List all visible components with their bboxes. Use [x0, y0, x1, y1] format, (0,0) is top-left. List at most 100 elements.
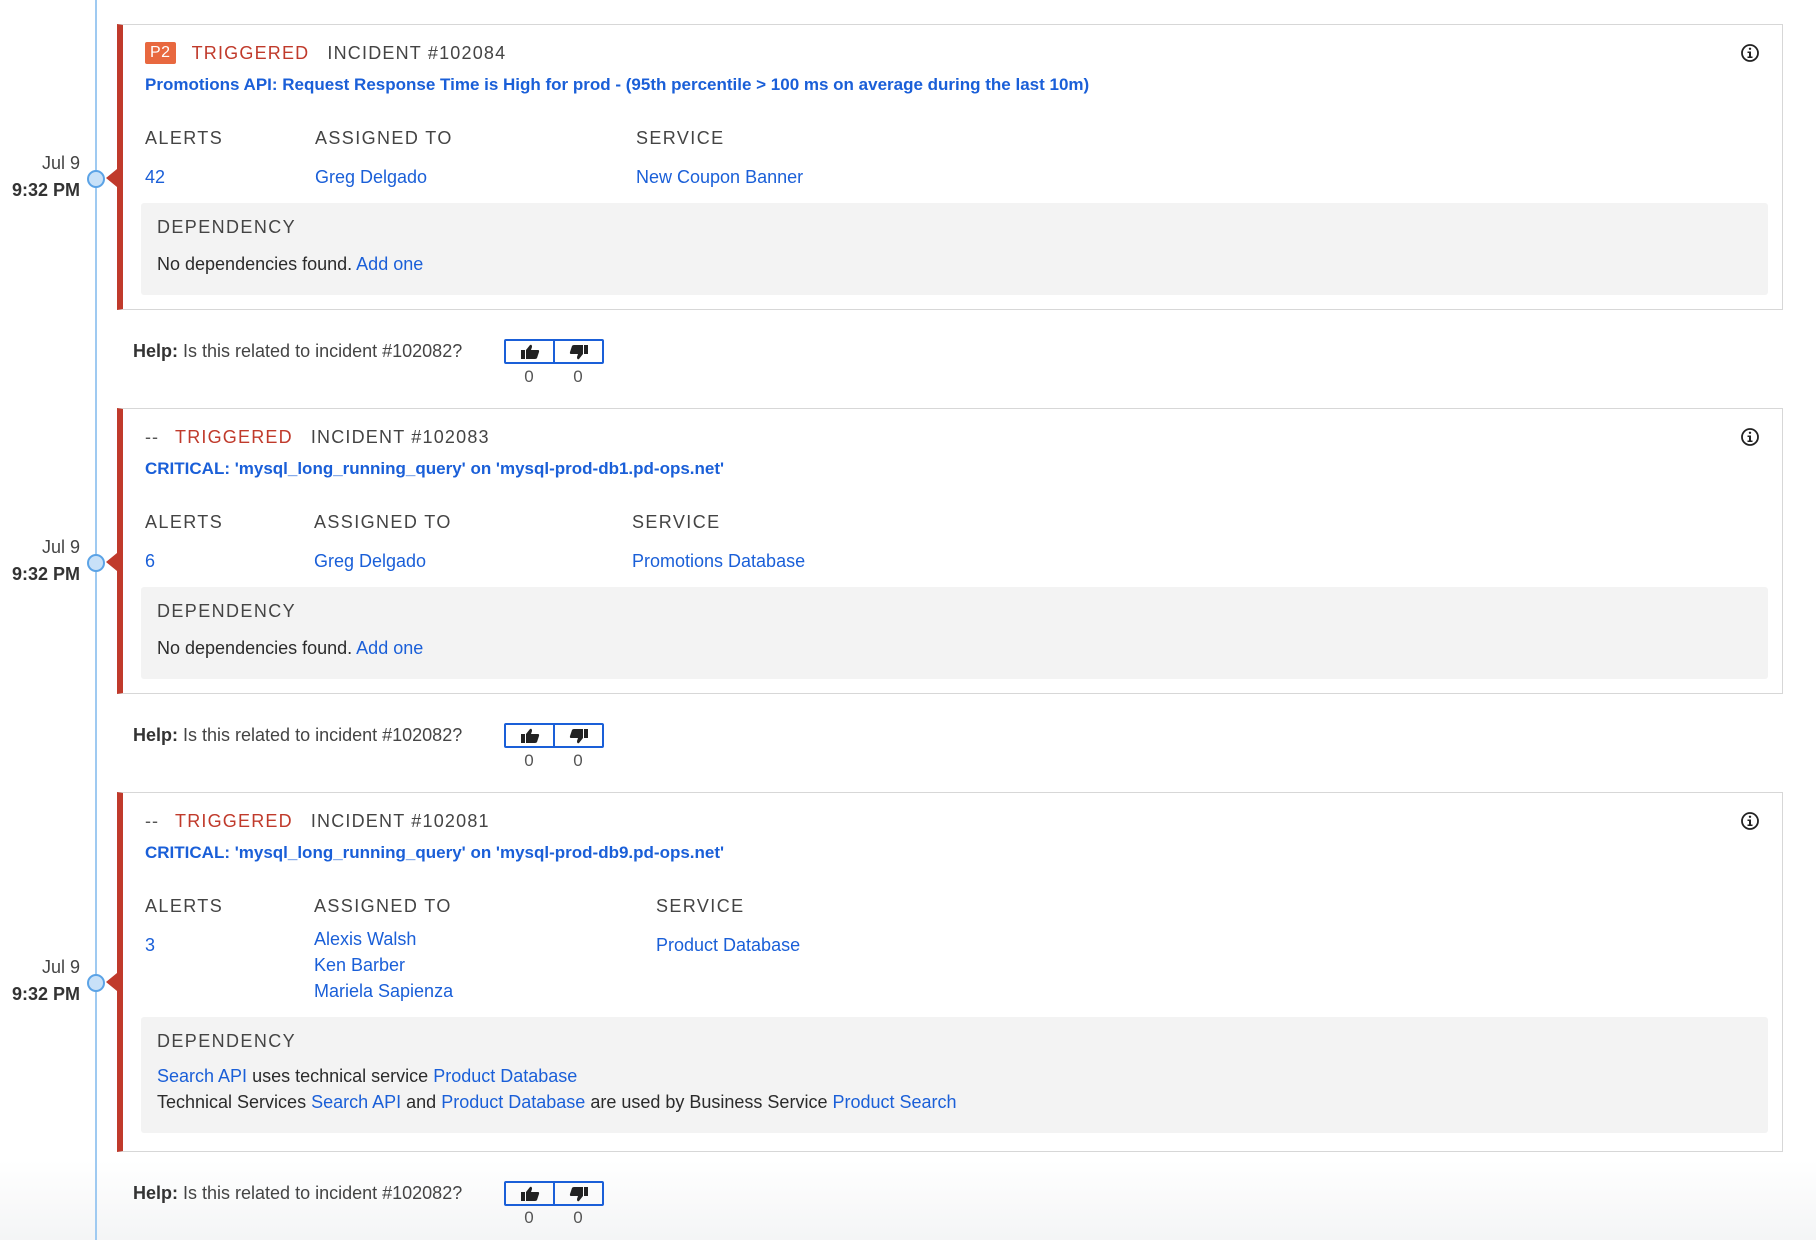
timeline-timestamp: Jul 9 9:32 PM — [0, 150, 80, 204]
thumbs-up-count: 0 — [524, 751, 534, 770]
dependency-box: DEPENDENCY No dependencies found. Add on… — [141, 203, 1768, 295]
dependency-box: DEPENDENCY Search API uses technical ser… — [141, 1017, 1768, 1133]
assigned-to-label: ASSIGNED TO — [314, 896, 452, 916]
assignee-link[interactable]: Ken Barber — [314, 952, 453, 978]
thumbs-down-icon — [569, 344, 588, 359]
assignee-list: Alexis Walsh Ken Barber Mariela Sapienza — [314, 926, 453, 1004]
incident-card: -- TRIGGERED INCIDENT #102083 CRITICAL: … — [117, 408, 1783, 694]
alerts-label: ALERTS — [145, 896, 224, 916]
incident-timeline-page: Jul 9 9:32 PM P2 TRIGGERED INCIDENT #102… — [0, 0, 1816, 1240]
priority-placeholder: -- — [145, 426, 159, 447]
thumbs-up-count: 0 — [524, 1208, 534, 1227]
alerts-label: ALERTS — [145, 512, 224, 532]
timestamp-date: Jul 9 — [41, 537, 80, 557]
assigned-to-label: ASSIGNED TO — [314, 512, 452, 532]
assignee-link[interactable]: Alexis Walsh — [314, 926, 453, 952]
help-label: Help: — [133, 341, 178, 361]
dependency-text: No dependencies found. Add one — [157, 635, 423, 661]
status-label: TRIGGERED — [175, 810, 293, 831]
assignee-list: Greg Delgado — [315, 164, 427, 190]
assigned-to-label: ASSIGNED TO — [315, 128, 453, 148]
thumbs-down-count: 0 — [573, 367, 583, 386]
dependency-text: No dependencies found. Add one — [157, 251, 423, 277]
thumbs-down-count: 0 — [573, 751, 583, 770]
status-label: TRIGGERED — [191, 42, 310, 63]
help-label: Help: — [133, 1183, 178, 1203]
incident-header: P2 TRIGGERED INCIDENT #102084 — [145, 39, 506, 67]
alerts-label: ALERTS — [145, 128, 224, 148]
incident-title-link[interactable]: CRITICAL: 'mysql_long_running_query' on … — [145, 843, 724, 863]
dependency-label: DEPENDENCY — [157, 601, 297, 621]
dependency-text: and — [406, 1092, 437, 1112]
dependency-service-link[interactable]: Search API — [157, 1066, 247, 1086]
timeline-dot — [87, 554, 105, 572]
thumbs-up-button[interactable] — [506, 725, 553, 746]
assignee-link[interactable]: Greg Delgado — [314, 548, 426, 574]
incident-title-link[interactable]: CRITICAL: 'mysql_long_running_query' on … — [145, 459, 724, 479]
service-link[interactable]: Product Database — [656, 932, 800, 958]
dependency-label: DEPENDENCY — [157, 1031, 297, 1051]
dependency-service-link[interactable]: Product Database — [433, 1066, 577, 1086]
vote-buttons — [504, 339, 604, 364]
status-label: TRIGGERED — [175, 426, 293, 447]
timestamp-time: 9:32 PM — [11, 984, 80, 1004]
thumbs-down-button[interactable] — [553, 725, 602, 746]
thumbs-down-button[interactable] — [553, 1183, 602, 1204]
add-dependency-link[interactable]: Add one — [356, 638, 423, 658]
incident-header: -- TRIGGERED INCIDENT #102083 — [145, 423, 490, 451]
thumbs-up-count: 0 — [524, 367, 534, 386]
timeline-dot — [87, 170, 105, 188]
vote-buttons — [504, 1181, 604, 1206]
timeline-timestamp: Jul 9 9:32 PM — [0, 534, 80, 588]
service-label: SERVICE — [656, 896, 745, 916]
timeline-timestamp: Jul 9 9:32 PM — [0, 954, 80, 1008]
service-link[interactable]: New Coupon Banner — [636, 164, 803, 190]
thumbs-up-icon — [520, 728, 539, 743]
priority-placeholder: -- — [145, 810, 159, 831]
alerts-count-link[interactable]: 3 — [145, 932, 155, 958]
thumbs-down-button[interactable] — [553, 341, 602, 362]
dependency-text: Technical Services — [157, 1092, 307, 1112]
dependency-service-link[interactable]: Search API — [311, 1092, 401, 1112]
help-prompt: Help: Is this related to incident #10208… — [133, 1183, 462, 1204]
assignee-link[interactable]: Greg Delgado — [315, 164, 427, 190]
alerts-count-link[interactable]: 42 — [145, 164, 165, 190]
incident-number: INCIDENT #102081 — [310, 810, 490, 831]
timestamp-time: 9:32 PM — [11, 564, 80, 584]
business-service-link[interactable]: Product Search — [832, 1092, 956, 1112]
add-dependency-link[interactable]: Add one — [356, 254, 423, 274]
card-pointer — [106, 973, 117, 991]
card-pointer — [106, 553, 117, 571]
info-icon[interactable] — [1740, 43, 1760, 63]
service-label: SERVICE — [636, 128, 725, 148]
incident-title-link[interactable]: Promotions API: Request Response Time is… — [145, 75, 1089, 95]
thumbs-down-count: 0 — [573, 1208, 583, 1227]
timestamp-date: Jul 9 — [41, 153, 80, 173]
thumbs-down-icon — [569, 728, 588, 743]
dependency-label: DEPENDENCY — [157, 217, 297, 237]
thumbs-up-button[interactable] — [506, 1183, 553, 1204]
thumbs-up-button[interactable] — [506, 341, 553, 362]
dependency-service-link[interactable]: Product Database — [441, 1092, 585, 1112]
service-link[interactable]: Promotions Database — [632, 548, 805, 574]
help-label: Help: — [133, 725, 178, 745]
timestamp-date: Jul 9 — [41, 957, 80, 977]
assignee-link[interactable]: Mariela Sapienza — [314, 978, 453, 1004]
info-icon[interactable] — [1740, 811, 1760, 831]
help-question: Is this related to incident #102082? — [183, 1183, 463, 1203]
dependency-box: DEPENDENCY No dependencies found. Add on… — [141, 587, 1768, 679]
info-icon[interactable] — [1740, 427, 1760, 447]
help-prompt: Help: Is this related to incident #10208… — [133, 725, 462, 746]
card-pointer — [106, 169, 117, 187]
incident-card: P2 TRIGGERED INCIDENT #102084 Promotions… — [117, 24, 1783, 310]
thumbs-down-icon — [569, 1186, 588, 1201]
dependency-text: are used by Business Service — [590, 1092, 828, 1112]
incident-number: INCIDENT #102084 — [327, 42, 507, 63]
no-dependencies-text: No dependencies found. — [157, 638, 353, 658]
priority-badge: P2 — [145, 42, 176, 64]
incident-number: INCIDENT #102083 — [310, 426, 490, 447]
alerts-count-link[interactable]: 6 — [145, 548, 155, 574]
incident-header: -- TRIGGERED INCIDENT #102081 — [145, 807, 490, 835]
timestamp-time: 9:32 PM — [11, 180, 80, 200]
dependency-line-2: Technical Services Search API and Produc… — [157, 1089, 957, 1115]
